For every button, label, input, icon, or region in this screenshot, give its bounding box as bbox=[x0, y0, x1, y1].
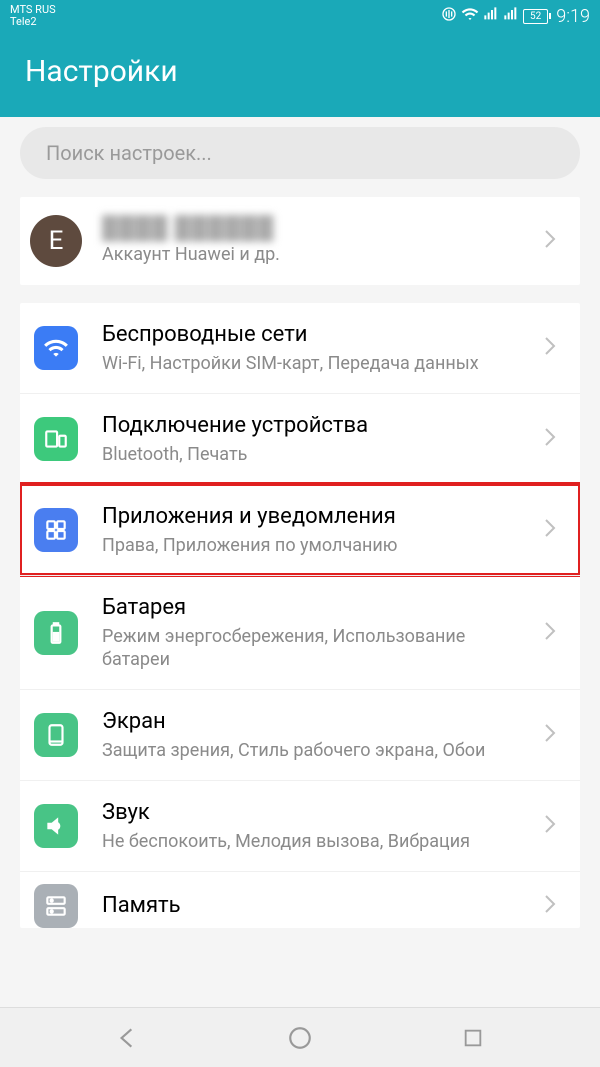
settings-row-device-connection[interactable]: Подключение устройства Bluetooth, Печать bbox=[20, 393, 580, 484]
row-title: Память bbox=[102, 892, 536, 921]
carrier-info: MTS RUS Tele2 bbox=[10, 4, 56, 28]
settings-row-sound[interactable]: Звук Не беспокоить, Мелодия вызова, Вибр… bbox=[20, 780, 580, 871]
row-subtitle: Права, Приложения по умолчанию bbox=[102, 534, 536, 557]
settings-row-wireless[interactable]: Беспроводные сети Wi-Fi, Настройки SIM-к… bbox=[20, 303, 580, 393]
account-section: E ████ ██████ Аккаунт Huawei и др. bbox=[20, 197, 580, 285]
row-title: Батарея bbox=[102, 594, 536, 623]
row-subtitle: Wi-Fi, Настройки SIM-карт, Передача данн… bbox=[102, 352, 536, 375]
row-subtitle: Защита зрения, Стиль рабочего экрана, Об… bbox=[102, 739, 536, 762]
nav-back-button[interactable] bbox=[111, 1022, 143, 1054]
wifi-icon bbox=[461, 5, 479, 27]
nfc-icon bbox=[441, 6, 457, 26]
settings-row-battery[interactable]: Батарея Режим энергосбережения, Использо… bbox=[20, 575, 580, 689]
row-subtitle: Режим энергосбережения, Использование ба… bbox=[102, 625, 536, 672]
battery-settings-icon bbox=[34, 611, 78, 655]
navigation-bar bbox=[0, 1007, 600, 1067]
avatar: E bbox=[30, 215, 82, 267]
chevron-right-icon bbox=[544, 518, 564, 542]
status-time: 9:19 bbox=[556, 6, 590, 27]
storage-icon bbox=[34, 884, 78, 928]
carrier-2: Tele2 bbox=[10, 16, 56, 28]
account-subtitle: Аккаунт Huawei и др. bbox=[102, 243, 536, 266]
settings-row-storage[interactable]: Память bbox=[20, 871, 580, 928]
apps-icon bbox=[34, 508, 78, 552]
chevron-right-icon bbox=[544, 229, 564, 253]
content-area: Поиск настроек... E ████ ██████ Аккаунт … bbox=[0, 127, 600, 928]
row-subtitle: Не беспокоить, Мелодия вызова, Вибрация bbox=[102, 830, 536, 853]
screen-icon bbox=[34, 713, 78, 757]
chevron-right-icon bbox=[544, 336, 564, 360]
account-row[interactable]: E ████ ██████ Аккаунт Huawei и др. bbox=[20, 197, 580, 285]
chevron-right-icon bbox=[544, 894, 564, 918]
chevron-right-icon bbox=[544, 427, 564, 451]
signal-icon-2 bbox=[503, 6, 519, 26]
device-connection-icon bbox=[34, 417, 78, 461]
row-title: Звук bbox=[102, 799, 536, 828]
row-subtitle: Bluetooth, Печать bbox=[102, 443, 536, 466]
nav-recent-button[interactable] bbox=[457, 1022, 489, 1054]
wifi-settings-icon bbox=[34, 326, 78, 370]
row-title: Подключение устройства bbox=[102, 412, 536, 441]
signal-icon-1 bbox=[483, 6, 499, 26]
row-title: Экран bbox=[102, 708, 536, 737]
row-title: Беспроводные сети bbox=[102, 321, 536, 350]
search-input[interactable]: Поиск настроек... bbox=[20, 127, 580, 179]
status-icons: 52 9:19 bbox=[441, 5, 590, 27]
sound-icon bbox=[34, 804, 78, 848]
battery-icon: 52 bbox=[523, 9, 548, 24]
account-name-blurred: ████ ██████ bbox=[102, 215, 536, 241]
chevron-right-icon bbox=[544, 621, 564, 645]
row-title: Приложения и уведомления bbox=[102, 503, 536, 532]
settings-section: Беспроводные сети Wi-Fi, Настройки SIM-к… bbox=[20, 303, 580, 928]
chevron-right-icon bbox=[544, 814, 564, 838]
page-title: Настройки bbox=[0, 32, 600, 117]
settings-row-apps-notifications[interactable]: Приложения и уведомления Права, Приложен… bbox=[20, 484, 580, 575]
settings-row-screen[interactable]: Экран Защита зрения, Стиль рабочего экра… bbox=[20, 689, 580, 780]
chevron-right-icon bbox=[544, 723, 564, 747]
status-bar: MTS RUS Tele2 52 9:19 bbox=[0, 0, 600, 32]
nav-home-button[interactable] bbox=[284, 1022, 316, 1054]
